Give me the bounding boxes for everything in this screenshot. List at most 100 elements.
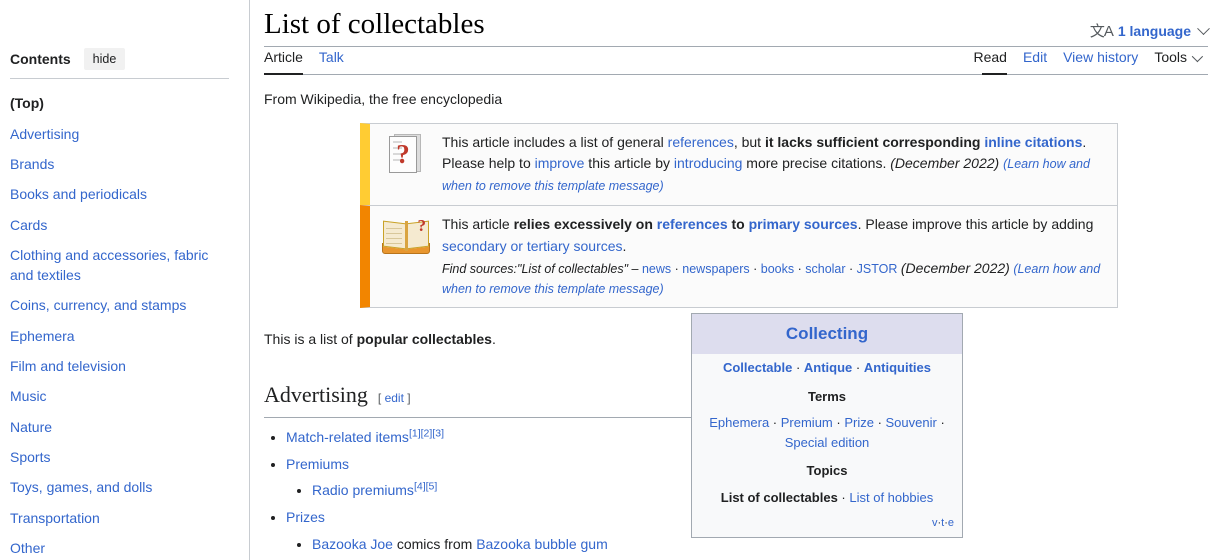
link-match-related-items[interactable]: Match-related items	[286, 429, 409, 445]
tab-view-history[interactable]: View history	[1055, 46, 1146, 74]
banner2-text-b: . Please improve this article by adding	[857, 215, 1094, 232]
toc-item-music[interactable]: Music	[10, 381, 229, 411]
link-collectable[interactable]: Collectable	[723, 360, 792, 375]
link-ephemera[interactable]: Ephemera	[709, 415, 769, 430]
tab-read[interactable]: Read	[974, 46, 1015, 76]
link-radio-premiums[interactable]: Radio premiums	[312, 482, 414, 498]
toc-item-toys-games-and-dolls[interactable]: Toys, games, and dolls	[10, 472, 229, 502]
dot-separator: ·	[832, 415, 845, 431]
tools-dropdown-button[interactable]: Tools	[1146, 46, 1208, 74]
link-bazooka-bubble-gum[interactable]: Bazooka bubble gum	[476, 536, 608, 552]
link-special-edition[interactable]: Special edition	[785, 435, 870, 450]
dot-separator: ·	[792, 360, 804, 376]
toc-item-cards[interactable]: Cards	[10, 210, 229, 240]
chevron-down-icon	[1197, 21, 1210, 35]
reference-4[interactable]: [4]	[414, 481, 426, 493]
collecting-infobox: Collecting Collectable · Antique · Antiq…	[691, 313, 963, 539]
infobox-terms-links: Ephemera · Premium · Prize · Souvenir · …	[692, 409, 962, 456]
banner-icon-cell: ?	[370, 132, 442, 174]
toc-item-ephemera[interactable]: Ephemera	[10, 321, 229, 351]
tab-talk[interactable]: Talk	[311, 46, 352, 74]
link-antique[interactable]: Antique	[804, 360, 852, 375]
find-sources-scholar[interactable]: scholar	[805, 262, 845, 276]
infobox-topics-links: List of collectables · List of hobbies	[692, 484, 962, 512]
link-primary-sources[interactable]: primary sources	[749, 216, 858, 232]
infobox-title: Collecting	[692, 314, 962, 355]
find-sources-query: "List of collectables"	[517, 262, 629, 277]
banner1-date: (December 2022)	[890, 155, 1000, 172]
edit-section-link: [ edit ]	[378, 389, 411, 408]
find-sources-dash: –	[631, 262, 639, 277]
language-count-label: 1 language	[1117, 23, 1191, 39]
dot-separator: ·	[936, 415, 945, 431]
banner-icon-cell: ?	[370, 214, 442, 256]
edit-link[interactable]: edit	[385, 391, 404, 405]
link-souvenir[interactable]: Souvenir	[886, 415, 937, 430]
reference-1[interactable]: [1]	[409, 427, 421, 439]
toc-item-sports[interactable]: Sports	[10, 442, 229, 472]
link-bazooka-joe[interactable]: Bazooka Joe	[312, 536, 393, 552]
banner1-text-f: more precise citations.	[742, 155, 891, 172]
toc-item-clothing-and-accessories[interactable]: Clothing and accessories, fabric and tex…	[10, 240, 229, 291]
title-row: List of collectables 文A 1 language	[264, 0, 1210, 42]
language-icon: 文A	[1089, 22, 1114, 40]
link-references[interactable]: references	[657, 216, 728, 232]
site-subtitle: From Wikipedia, the free encyclopedia	[264, 91, 503, 108]
banner2-text-a: This article	[442, 215, 514, 232]
link-premiums[interactable]: Premiums	[286, 456, 349, 472]
banner-citations-needed: ? This article includes a list of genera…	[360, 122, 1118, 205]
link-introducing[interactable]: introducing	[674, 155, 743, 171]
infobox-top-links: Collectable · Antique · Antiquities	[692, 354, 962, 382]
toc-item-transportation[interactable]: Transportation	[10, 503, 229, 533]
maintenance-banners: ? This article includes a list of genera…	[360, 122, 1118, 309]
link-inline-citations[interactable]: inline citations	[984, 134, 1082, 150]
link-antiquities[interactable]: Antiquities	[864, 360, 931, 375]
bracket-open: [	[377, 390, 382, 405]
dot-separator: ·	[769, 415, 781, 431]
toc-list: (Top) Advertising Brands Books and perio…	[10, 88, 229, 560]
tab-edit[interactable]: Edit	[1015, 46, 1055, 74]
link-prizes[interactable]: Prizes	[286, 509, 325, 525]
toc-item-brands[interactable]: Brands	[10, 149, 229, 179]
banner2-bold-relies: relies excessively on	[513, 215, 657, 232]
link-list-of-hobbies[interactable]: List of hobbies	[849, 490, 933, 505]
infobox-title-link[interactable]: Collecting	[786, 324, 868, 343]
toc-item-coins-currency-and-stamps[interactable]: Coins, currency, and stamps	[10, 290, 229, 320]
reference-2[interactable]: [2]	[421, 427, 433, 439]
find-sources-newspapers[interactable]: newspapers	[682, 262, 749, 276]
banner2-bold-to: to	[727, 215, 749, 232]
link-secondary-or-tertiary-sources[interactable]: secondary or tertiary sources	[442, 238, 623, 254]
link-prize[interactable]: Prize	[844, 415, 874, 430]
find-sources-jstor[interactable]: JSTOR	[857, 262, 898, 276]
dot-separator: ·	[794, 262, 806, 277]
toc-hide-button[interactable]: hide	[83, 48, 126, 71]
link-improve[interactable]: improve	[535, 155, 585, 171]
toc-item-other[interactable]: Other	[10, 533, 229, 560]
toc-item-books-and-periodicals[interactable]: Books and periodicals	[10, 179, 229, 209]
tab-article[interactable]: Article	[264, 46, 311, 76]
section-title: Advertising	[264, 381, 368, 407]
toc-item-nature[interactable]: Nature	[10, 412, 229, 442]
toc-item-top[interactable]: (Top)	[10, 88, 229, 118]
link-references[interactable]: references	[668, 134, 734, 150]
banner1-text-d: Please help to	[442, 155, 535, 172]
reference-3[interactable]: [3]	[432, 427, 444, 439]
view-tabs: Read Edit View history Tools	[974, 46, 1209, 76]
vte-edit-link[interactable]: e	[948, 517, 954, 529]
find-sources-news[interactable]: news	[642, 262, 671, 276]
language-selector-button[interactable]: 文A 1 language	[1089, 20, 1210, 42]
dot-separator: ·	[837, 490, 850, 506]
link-premium[interactable]: Premium	[781, 415, 833, 430]
infobox-nav-vte: v·t·e	[692, 512, 962, 538]
document-question-icon: ?	[389, 133, 423, 174]
toc-item-film-and-television[interactable]: Film and television	[10, 351, 229, 381]
banner1-text-b: , but	[733, 133, 765, 150]
banner1-text-e: this article by	[584, 155, 674, 172]
wikipedia-article-page: Contents hide (Top) Advertising Brands B…	[0, 0, 1224, 560]
toc-item-advertising[interactable]: Advertising	[10, 119, 229, 149]
infobox-section-header-terms: Terms	[807, 388, 847, 404]
find-sources-label: Find sources:	[442, 262, 518, 277]
find-sources-books[interactable]: books	[761, 262, 794, 276]
dot-separator: ·	[845, 262, 857, 277]
reference-5[interactable]: [5]	[426, 481, 438, 493]
